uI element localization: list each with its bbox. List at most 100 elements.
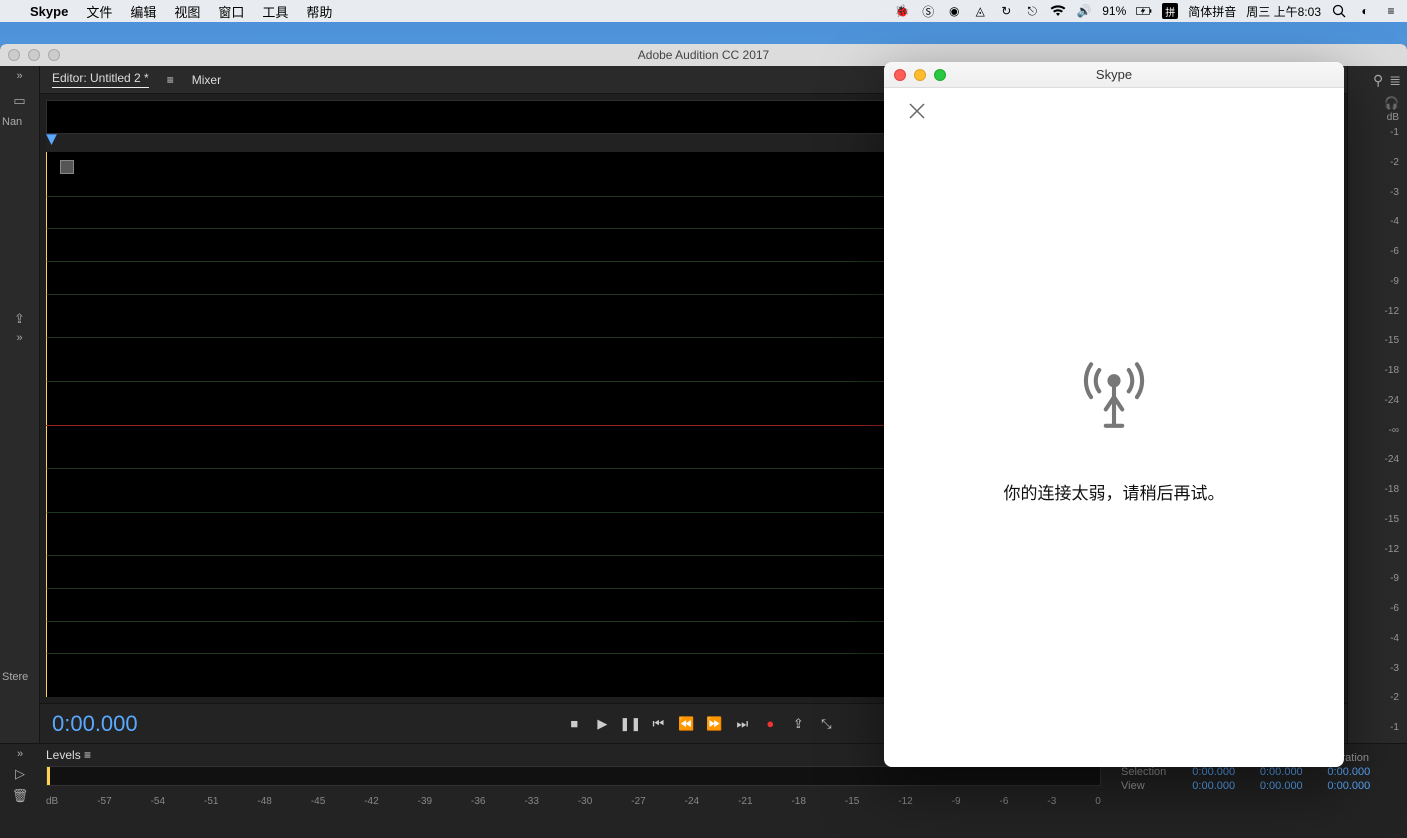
scale-tick: -54 xyxy=(151,796,165,807)
scale-tick: dB xyxy=(46,796,58,807)
import-icon[interactable]: ⇪ xyxy=(0,310,39,328)
volume-icon[interactable]: 🔊 xyxy=(1076,3,1092,19)
siri-icon[interactable]: ◐ xyxy=(1357,3,1373,19)
trash-icon[interactable]: 🗑 xyxy=(12,788,29,804)
macos-menubar: Skype 文件 编辑 视图 窗口 工具 帮助 🐞 Ⓢ ◉ ◬ ↻ ⎋ 🔊 91… xyxy=(0,0,1407,22)
notification-center-icon[interactable]: ≡ xyxy=(1383,3,1399,19)
audition-close-button[interactable] xyxy=(8,49,20,61)
panel-menu-icon[interactable]: ≣ xyxy=(1389,72,1401,89)
scale-tick: -21 xyxy=(738,796,752,807)
rewind-button[interactable]: ⏪ xyxy=(674,712,698,736)
pause-button[interactable]: ❚❚ xyxy=(618,712,642,736)
scale-tick: -9 xyxy=(952,796,961,807)
db-tick: -3 xyxy=(1348,663,1399,674)
stop-button[interactable]: ■ xyxy=(562,712,586,736)
prev-button[interactable]: ⏮ xyxy=(646,712,670,736)
timemachine-icon[interactable]: ↻ xyxy=(998,3,1014,19)
folder-icon[interactable]: ▭ xyxy=(0,92,39,110)
db-header: dB xyxy=(1348,112,1407,123)
connection-error-message: 你的连接太弱，请稍后再试。 xyxy=(1004,479,1225,504)
wifi-icon[interactable] xyxy=(1050,3,1066,19)
scale-tick: 0 xyxy=(1095,796,1101,807)
spotlight-icon[interactable] xyxy=(1331,3,1347,19)
menu-window[interactable]: 窗口 xyxy=(218,2,244,21)
db-tick: -9 xyxy=(1348,276,1399,287)
db-tick: -2 xyxy=(1348,157,1399,168)
view-start[interactable]: 0:00.000 xyxy=(1192,780,1258,792)
antenna-icon xyxy=(1073,352,1155,439)
skype-minimize-button[interactable] xyxy=(914,69,926,81)
levels-menu-icon[interactable]: ≡ xyxy=(84,748,91,762)
battery-percent[interactable]: 91% xyxy=(1102,4,1126,18)
tab-editor-menu[interactable]: ≡ xyxy=(167,73,174,87)
status-icon-2[interactable]: ◬ xyxy=(972,3,988,19)
db-tick: -18 xyxy=(1348,484,1399,495)
bluetooth-icon[interactable]: ⎋ xyxy=(1024,3,1040,19)
levels-meter[interactable] xyxy=(46,766,1101,786)
scale-tick: -36 xyxy=(471,796,485,807)
skype-close-button[interactable] xyxy=(894,69,906,81)
skype-titlebar[interactable]: Skype xyxy=(884,62,1344,88)
scale-tick: -27 xyxy=(631,796,645,807)
tab-mixer[interactable]: Mixer xyxy=(192,73,221,87)
scale-tick: -3 xyxy=(1047,796,1056,807)
scale-tick: -15 xyxy=(845,796,859,807)
timecode-display[interactable]: 0:00.000 xyxy=(52,711,138,737)
scale-tick: -18 xyxy=(791,796,805,807)
stereo-label: Stere xyxy=(0,671,39,743)
scale-tick: -48 xyxy=(257,796,271,807)
selection-duration[interactable]: 0:00.000 xyxy=(1327,766,1393,778)
headphone-icon[interactable]: 🎧 xyxy=(1384,96,1399,110)
tab-editor[interactable]: Editor: Untitled 2 * xyxy=(52,71,149,88)
menu-file[interactable]: 文件 xyxy=(86,2,112,21)
skip-selection-button[interactable]: ⤡ xyxy=(814,712,838,736)
battery-icon[interactable] xyxy=(1136,3,1152,19)
menu-help[interactable]: 帮助 xyxy=(306,2,332,21)
db-tick: -3 xyxy=(1348,187,1399,198)
collapse-files-button[interactable]: » xyxy=(0,66,39,86)
menubar-clock[interactable]: 周三 上午8:03 xyxy=(1246,3,1321,20)
levels-scale: dB -57 -54 -51 -48 -45 -42 -39 -36 -33 -… xyxy=(46,796,1101,807)
loop-button[interactable]: ⇪ xyxy=(786,712,810,736)
menubar-app-name[interactable]: Skype xyxy=(30,4,68,19)
creative-cloud-icon[interactable]: ◉ xyxy=(946,3,962,19)
skype-zoom-button[interactable] xyxy=(934,69,946,81)
scale-tick: -30 xyxy=(578,796,592,807)
selection-end[interactable]: 0:00.000 xyxy=(1260,766,1326,778)
scale-tick: -12 xyxy=(898,796,912,807)
db-tick: -18 xyxy=(1348,365,1399,376)
tab-levels[interactable]: Levels xyxy=(46,748,81,762)
record-button[interactable]: ● xyxy=(758,712,782,736)
menu-view[interactable]: 视图 xyxy=(174,2,200,21)
db-tick: -4 xyxy=(1348,633,1399,644)
view-end[interactable]: 0:00.000 xyxy=(1260,780,1326,792)
next-button[interactable]: ⏭ xyxy=(730,712,754,736)
collapse-bottom-button[interactable]: » xyxy=(17,748,23,760)
history-play-icon[interactable]: ▷ xyxy=(15,766,25,782)
menu-tools[interactable]: 工具 xyxy=(262,2,288,21)
skype-window: Skype 你的连接太弱，请稍后再试。 xyxy=(884,62,1344,767)
scale-tick: -6 xyxy=(1000,796,1009,807)
db-tick: -6 xyxy=(1348,246,1399,257)
db-tick: -6 xyxy=(1348,603,1399,614)
file-icon-marker xyxy=(60,160,74,174)
db-tick: -15 xyxy=(1348,514,1399,525)
menu-edit[interactable]: 编辑 xyxy=(130,2,156,21)
ime-badge-icon[interactable]: 拼 xyxy=(1162,3,1178,19)
audition-minimize-button[interactable] xyxy=(28,49,40,61)
selection-start[interactable]: 0:00.000 xyxy=(1192,766,1258,778)
ime-label[interactable]: 简体拼音 xyxy=(1188,3,1236,20)
close-icon[interactable] xyxy=(908,102,926,126)
forward-button[interactable]: ⏩ xyxy=(702,712,726,736)
db-tick: -24 xyxy=(1348,454,1399,465)
playhead-handle[interactable] xyxy=(46,134,57,145)
row-selection-label: Selection xyxy=(1121,766,1190,778)
scale-tick: -33 xyxy=(524,796,538,807)
zoom-tool-icon[interactable]: ⚲ xyxy=(1373,72,1383,89)
skype-status-icon[interactable]: Ⓢ xyxy=(920,3,936,19)
collapse-panel-button[interactable]: » xyxy=(0,328,39,348)
audition-zoom-button[interactable] xyxy=(48,49,60,61)
status-icon-1[interactable]: 🐞 xyxy=(894,3,910,19)
view-duration[interactable]: 0:00.000 xyxy=(1327,780,1393,792)
play-button[interactable]: ▶ xyxy=(590,712,614,736)
